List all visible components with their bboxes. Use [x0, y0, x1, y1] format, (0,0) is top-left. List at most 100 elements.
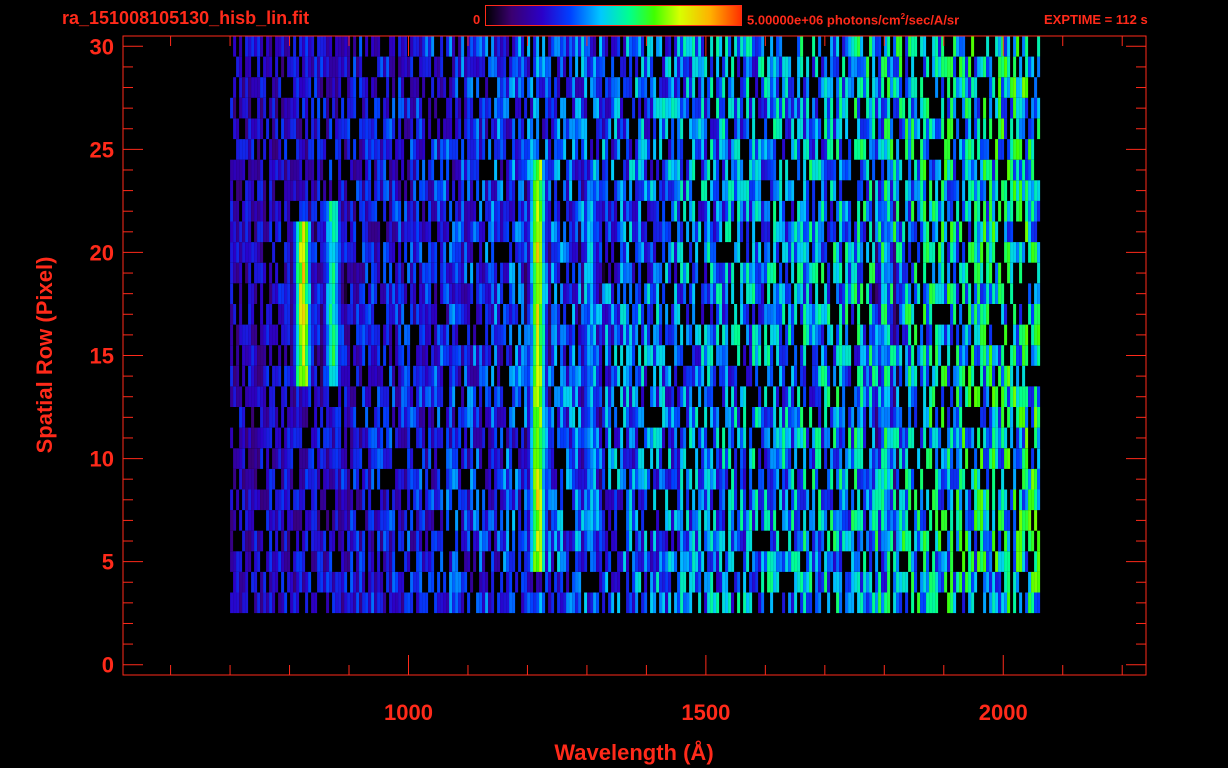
heatmap-cell — [1022, 530, 1026, 552]
heatmap-cell — [302, 97, 306, 119]
heatmap-cell — [773, 571, 777, 593]
heatmap-cell — [353, 159, 357, 181]
heatmap-cell — [323, 262, 327, 284]
heatmap-cell — [839, 407, 843, 428]
heatmap-cell — [524, 592, 528, 614]
heatmap-cell — [1010, 118, 1014, 140]
heatmap-cell — [857, 324, 861, 346]
heatmap-cell — [728, 221, 732, 243]
heatmap-cell — [482, 571, 486, 593]
heatmap-cell — [701, 365, 705, 387]
heatmap-cell — [938, 159, 942, 181]
heatmap-cell — [689, 242, 693, 263]
heatmap-cell — [320, 386, 324, 407]
heatmap-cell — [368, 221, 372, 243]
heatmap-cell — [569, 283, 573, 304]
heatmap-cell — [662, 386, 666, 407]
heatmap-cell — [248, 448, 252, 469]
heatmap-cell — [983, 345, 987, 366]
heatmap-cell — [716, 159, 720, 181]
heatmap-cell — [476, 510, 480, 531]
heatmap-cell — [920, 221, 924, 243]
heatmap-cell — [986, 345, 990, 366]
heatmap-cell — [866, 489, 870, 511]
heatmap-cell — [572, 200, 576, 222]
heatmap-cell — [839, 448, 843, 469]
heatmap-cell — [824, 407, 828, 428]
heatmap-cell — [650, 571, 654, 593]
heatmap-cell — [302, 200, 306, 222]
heatmap-cell — [392, 592, 396, 614]
heatmap-cell — [488, 407, 492, 428]
heatmap-cell — [524, 283, 528, 304]
heatmap-cell — [974, 345, 978, 366]
heatmap-cell — [362, 345, 366, 366]
heatmap-cell — [644, 345, 648, 366]
heatmap-cell — [500, 97, 504, 119]
heatmap-cell — [377, 551, 381, 572]
heatmap-cell — [260, 283, 264, 304]
heatmap-cell — [587, 180, 591, 201]
heatmap-cell — [725, 200, 729, 222]
heatmap-cell — [893, 571, 897, 593]
heatmap-cell — [563, 530, 567, 552]
heatmap-cell — [479, 200, 483, 222]
heatmap-cell — [347, 139, 351, 160]
heatmap-cell — [593, 324, 597, 346]
heatmap-cell — [728, 180, 732, 201]
heatmap-cell — [398, 118, 402, 140]
heatmap-cell — [281, 489, 285, 511]
heatmap-cell — [959, 510, 963, 531]
heatmap-cell — [953, 159, 957, 181]
heatmap-cell — [245, 592, 249, 614]
heatmap-cell — [479, 97, 483, 119]
heatmap-cell — [791, 386, 795, 407]
heatmap-cell — [599, 97, 603, 119]
heatmap-cell — [491, 180, 495, 201]
heatmap-cell — [593, 365, 597, 387]
heatmap-cell — [575, 139, 579, 160]
heatmap-cell — [890, 200, 894, 222]
heatmap-cell — [755, 571, 759, 593]
heatmap-cell — [449, 345, 453, 366]
heatmap-cell — [992, 365, 996, 387]
heatmap-cell — [704, 324, 708, 346]
heatmap-cell — [521, 139, 525, 160]
heatmap-cell — [770, 97, 774, 119]
heatmap-cell — [839, 118, 843, 140]
heatmap-cell — [575, 118, 579, 140]
heatmap-cell — [815, 530, 819, 552]
heatmap-cell — [980, 159, 984, 181]
heatmap-cell — [623, 159, 627, 181]
heatmap-cell — [521, 365, 525, 387]
heatmap-cell — [263, 324, 267, 346]
heatmap-cell — [617, 468, 621, 490]
heatmap-cell — [260, 262, 264, 284]
heatmap-cell — [833, 571, 837, 593]
heatmap-cell — [797, 221, 801, 243]
heatmap-cell — [458, 468, 462, 490]
heatmap-cell — [491, 242, 495, 263]
heatmap-cell — [905, 571, 909, 593]
heatmap-cell — [284, 386, 288, 407]
heatmap-cell — [320, 304, 324, 325]
heatmap-cell — [635, 551, 639, 572]
heatmap-cell — [887, 489, 891, 511]
heatmap-cell — [461, 489, 465, 511]
heatmap-cell — [758, 324, 762, 346]
heatmap-cell — [644, 97, 648, 119]
heatmap-cell — [578, 283, 582, 304]
heatmap-cell — [455, 530, 459, 552]
heatmap-cell — [866, 365, 870, 387]
heatmap-cell — [755, 159, 759, 181]
heatmap-cell — [878, 139, 882, 160]
heatmap-cell — [620, 427, 624, 449]
heatmap-cell — [752, 221, 756, 243]
heatmap-cell — [611, 304, 615, 325]
heatmap-cell — [590, 221, 594, 243]
heatmap-cell — [1037, 530, 1041, 552]
heatmap-cell — [350, 530, 354, 552]
heatmap-cell — [275, 283, 279, 304]
heatmap-cell — [632, 304, 636, 325]
heatmap-cell — [236, 242, 240, 263]
